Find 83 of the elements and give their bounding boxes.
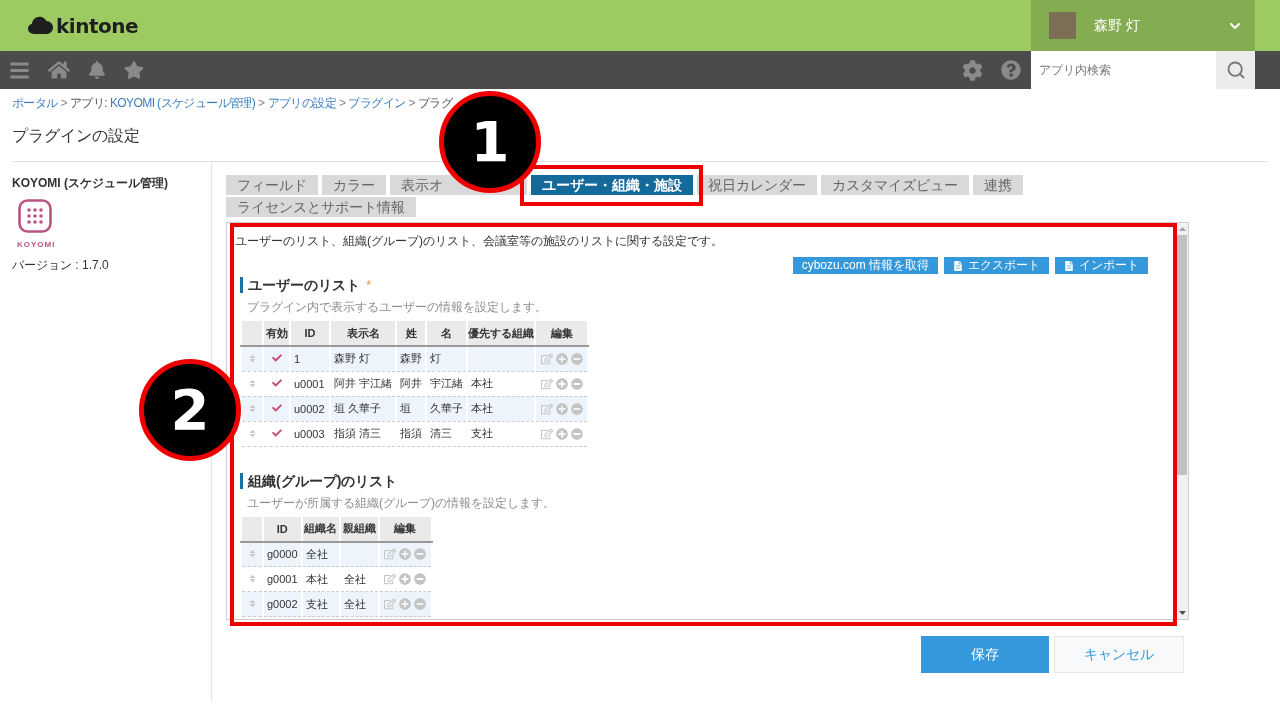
table-cell: 指須 清三 bbox=[330, 421, 397, 446]
breadcrumb-link[interactable]: プラグイン bbox=[348, 95, 406, 111]
section-description: ユーザーが所属する組織(グループ)の情報を設定します。 bbox=[247, 495, 556, 510]
table-cell: 支社 bbox=[467, 421, 536, 446]
check-icon[interactable] bbox=[271, 352, 282, 363]
section-description: プラグイン内で表示するユーザーの情報を設定します。 bbox=[247, 300, 548, 314]
file-icon bbox=[1064, 260, 1074, 271]
drag-handle-icon[interactable] bbox=[247, 549, 257, 559]
edit-icon[interactable] bbox=[384, 573, 397, 585]
drag-handle-icon[interactable] bbox=[247, 599, 257, 608]
edit-icon[interactable] bbox=[384, 598, 397, 610]
drag-handle-icon[interactable] bbox=[247, 428, 257, 438]
cancel-button[interactable]: キャンセル bbox=[1054, 636, 1184, 673]
drag-handle-icon[interactable] bbox=[247, 353, 257, 363]
panel-description: ユーザーのリスト、組織(グループ)のリスト、会議室等の施設のリストに関する設定です。 bbox=[235, 233, 724, 249]
cloud-logo-icon bbox=[28, 16, 53, 35]
tab[interactable]: 祝日カレンダー bbox=[697, 175, 817, 195]
plugin-name: KOYOMI (スケジュール管理) bbox=[12, 176, 169, 191]
drag-handle-icon[interactable] bbox=[247, 403, 257, 413]
step-number-marker: 2 bbox=[139, 359, 241, 461]
scrollbar-thumb[interactable] bbox=[1177, 235, 1187, 475]
tab[interactable]: フィールド bbox=[226, 175, 318, 195]
star-icon[interactable] bbox=[124, 60, 144, 80]
heading-accent-bar bbox=[240, 472, 243, 489]
page-title: プラグインの設定 bbox=[12, 126, 141, 146]
breadcrumb-separator: > bbox=[408, 95, 415, 111]
required-mark: * bbox=[366, 277, 372, 293]
edit-icon[interactable] bbox=[540, 377, 553, 390]
table-cell: u0003 bbox=[290, 421, 330, 446]
scroll-up-arrow-icon[interactable] bbox=[1178, 227, 1186, 231]
heading-accent-bar bbox=[240, 277, 243, 293]
help-icon[interactable] bbox=[1001, 60, 1021, 80]
breadcrumb-link[interactable]: ポータル bbox=[12, 95, 58, 111]
breadcrumb-separator: > bbox=[338, 95, 346, 111]
bell-icon[interactable] bbox=[88, 61, 106, 79]
tab[interactable]: ユーザー・組織・施設 bbox=[531, 175, 693, 195]
save-button[interactable]: 保存 bbox=[921, 636, 1049, 673]
search-icon bbox=[1225, 60, 1246, 80]
tab[interactable]: 連携 bbox=[973, 175, 1023, 195]
edit-icon[interactable] bbox=[384, 548, 397, 561]
app-icon-label: KOYOMI bbox=[17, 240, 56, 250]
check-icon[interactable] bbox=[271, 427, 282, 438]
table-cell: 全社 bbox=[339, 591, 379, 617]
edit-icon[interactable] bbox=[540, 352, 553, 365]
check-icon[interactable] bbox=[271, 377, 282, 388]
logo-text: kintone bbox=[56, 13, 138, 38]
breadcrumb-separator: > bbox=[60, 95, 68, 111]
calendar-app-icon bbox=[18, 199, 52, 233]
settings-icon[interactable] bbox=[962, 59, 983, 81]
action-button[interactable]: エクスポート bbox=[944, 257, 1049, 274]
column-header: 編集 bbox=[378, 516, 432, 542]
action-button[interactable]: インポート bbox=[1055, 257, 1148, 274]
table-cell: 支社 bbox=[301, 591, 340, 617]
tab[interactable]: ライセンスとサポート情報 bbox=[226, 197, 416, 217]
tab[interactable]: カスタマイズビュー bbox=[821, 175, 969, 195]
breadcrumb-separator: > bbox=[258, 95, 265, 111]
edit-icon[interactable] bbox=[540, 427, 553, 440]
check-icon[interactable] bbox=[271, 402, 282, 413]
drag-handle-icon[interactable] bbox=[247, 574, 257, 583]
edit-icon[interactable] bbox=[540, 402, 553, 415]
file-icon bbox=[953, 260, 963, 271]
drag-handle-icon[interactable] bbox=[247, 378, 257, 388]
action-button[interactable]: cybozu.com 情報を取得 bbox=[792, 257, 938, 274]
section-title: 組織(グループ)のリスト bbox=[248, 472, 398, 489]
breadcrumb-link[interactable]: KOYOMI (スケジュール管理) bbox=[109, 95, 256, 111]
scroll-down-arrow-icon[interactable] bbox=[1178, 611, 1186, 615]
column-header: ID bbox=[263, 516, 302, 542]
column-header: 組織名 bbox=[301, 516, 340, 542]
table-cell: g0002 bbox=[263, 591, 302, 617]
breadcrumb-text: アプリ: bbox=[70, 95, 107, 111]
breadcrumb-text: プラグ bbox=[417, 95, 452, 111]
plugin-version: バージョン : 1.7.0 bbox=[12, 258, 110, 273]
column-header: 親組織 bbox=[339, 516, 379, 542]
search-button[interactable] bbox=[1216, 51, 1255, 89]
home-icon[interactable] bbox=[48, 59, 70, 81]
section-title: ユーザーのリスト bbox=[248, 277, 360, 293]
search-field[interactable]: アプリ内検索 bbox=[1031, 51, 1216, 89]
table-cell: 指須 bbox=[396, 421, 427, 446]
table-cell: 清三 bbox=[426, 421, 468, 446]
tab[interactable]: カラー bbox=[322, 175, 386, 195]
avatar-photo-placeholder bbox=[1049, 12, 1076, 39]
menu-icon[interactable] bbox=[9, 59, 30, 81]
breadcrumb-link[interactable]: アプリの設定 bbox=[267, 95, 336, 111]
